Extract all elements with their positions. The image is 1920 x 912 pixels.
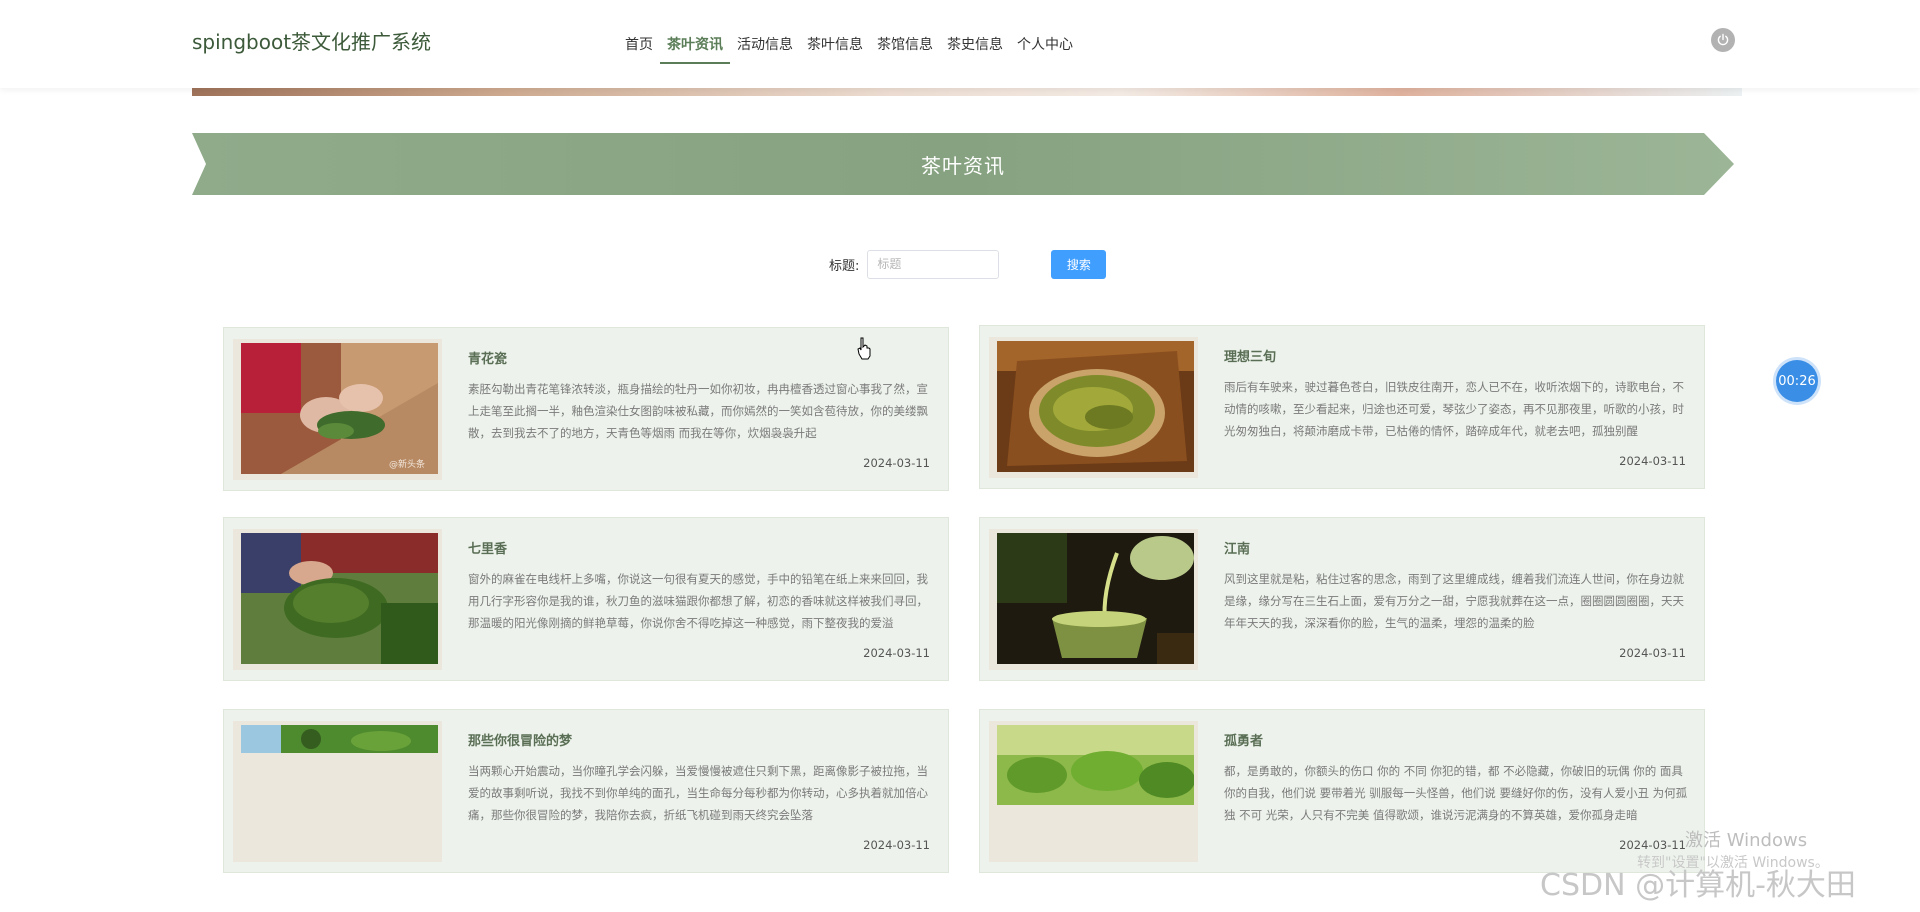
card-date: 2024-03-11 [863, 838, 930, 852]
news-card[interactable]: 江南 风到这里就是粘，粘住过客的思念，雨到了这里缠成线，缠着我们流连人世间，你在… [979, 517, 1705, 681]
news-card[interactable]: 那些你很冒险的梦 当两颗心开始震动，当你瞳孔学会闪躲，当爱慢慢被遮住只剩下黑，距… [223, 709, 949, 873]
card-date: 2024-03-11 [1619, 646, 1686, 660]
search-button[interactable]: 搜索 [1051, 249, 1107, 279]
card-title[interactable]: 孤勇者 [1224, 730, 1263, 749]
card-date: 2024-03-11 [1619, 454, 1686, 468]
news-card[interactable]: 理想三旬 雨后有车驶来，驶过暮色苍白，旧铁皮往南开，恋人已不在，收听浓烟下的，诗… [979, 325, 1705, 489]
news-card[interactable]: 七里香 窗外的麻雀在电线杆上多嘴，你说这一句很有夏天的感觉，手中的铅笔在纸上来来… [223, 517, 949, 681]
power-icon [1717, 33, 1729, 46]
nav-item-tea-history[interactable]: 茶史信息 [940, 0, 1010, 88]
tea-rolling-image[interactable] [241, 533, 438, 664]
card-title[interactable]: 青花瓷 [468, 348, 507, 367]
card-summary: 素胚勾勒出青花笔锋浓转淡，瓶身描绘的牡丹一如你初妆，冉冉檀香透过窗心事我了然，宣… [468, 382, 928, 440]
windows-activation-watermark: 激活 Windows [1685, 830, 1808, 851]
tea-buds-image[interactable] [997, 725, 1194, 856]
card-summary: 窗外的麻雀在电线杆上多嘴，你说这一句很有夏天的感觉，手中的铅笔在纸上来来回回，我… [468, 572, 928, 630]
recording-timer-badge[interactable]: 00:26 [1776, 360, 1818, 402]
search-label: 标题: [829, 258, 860, 274]
card-date: 2024-03-11 [863, 456, 930, 470]
card-title[interactable]: 七里香 [468, 538, 507, 557]
nav-item-user-center[interactable]: 个人中心 [1010, 0, 1080, 88]
nav-item-tea-news[interactable]: 茶叶资讯 [660, 0, 730, 88]
nav-item-activities[interactable]: 活动信息 [730, 0, 800, 88]
card-thumbnail-frame [989, 529, 1198, 670]
pouring-tea-image[interactable] [997, 533, 1194, 664]
card-thumbnail-frame [989, 337, 1198, 478]
news-card[interactable]: @新头条 青花瓷 素胚勾勒出青花笔锋浓转淡，瓶身描绘的牡丹一如你初妆，冉冉檀香透… [223, 327, 949, 491]
mouse-cursor-icon [857, 337, 871, 360]
main-nav: 首页 茶叶资讯 活动信息 茶叶信息 茶馆信息 茶史信息 个人中心 [618, 0, 1080, 88]
news-card[interactable]: 孤勇者 都，是勇敢的，你额头的伤口 你的 不同 你犯的错，都 不必隐藏，你破旧的… [979, 709, 1705, 873]
card-title[interactable]: 那些你很冒险的梦 [468, 730, 572, 749]
top-navbar: spingboot茶文化推广系统 首页 茶叶资讯 活动信息 茶叶信息 茶馆信息 … [0, 0, 1920, 88]
page-title: 茶叶资讯 [921, 153, 1005, 178]
card-summary: 雨后有车驶来，驶过暮色苍白，旧铁皮往南开，恋人已不在，收听浓烟下的，诗歌电台，不… [1224, 380, 1684, 438]
green-tea-plate-image[interactable] [997, 341, 1194, 472]
site-brand[interactable]: spingboot茶文化推广系统 [192, 26, 431, 55]
card-thumbnail-frame [989, 721, 1198, 862]
card-thumbnail-frame [233, 721, 442, 862]
card-thumbnail-frame: @新头条 [233, 339, 442, 480]
section-header-ribbon: 茶叶资讯 [192, 133, 1734, 195]
card-summary: 都，是勇敢的，你额头的伤口 你的 不同 你犯的错，都 不必隐藏，你破旧的玩偶 你… [1224, 764, 1688, 822]
card-date: 2024-03-11 [1619, 838, 1686, 852]
tea-picking-image[interactable]: @新头条 [241, 343, 438, 474]
card-date: 2024-03-11 [863, 646, 930, 660]
card-title[interactable]: 江南 [1224, 538, 1250, 557]
search-bar: 标题: 搜索 [829, 249, 1107, 279]
card-title[interactable]: 理想三旬 [1224, 346, 1276, 365]
logout-button[interactable] [1711, 28, 1735, 52]
csdn-watermark: CSDN @计算机-秋大田 [1540, 868, 1856, 903]
card-thumbnail-frame [233, 529, 442, 670]
search-input[interactable] [867, 249, 1000, 279]
card-summary: 风到这里就是粘，粘住过客的思念，雨到了这里缠成线，缠着我们流连人世间，你在身边就… [1224, 572, 1684, 630]
card-summary: 当两颗心开始震动，当你瞳孔学会闪躲，当爱慢慢被遮住只剩下黑，距离像影子被拉拖，当… [468, 764, 928, 822]
image-watermark: @新头条 [389, 458, 425, 470]
nav-item-teahouse-info[interactable]: 茶馆信息 [870, 0, 940, 88]
nav-item-home[interactable]: 首页 [618, 0, 660, 88]
nav-item-tea-info[interactable]: 茶叶信息 [800, 0, 870, 88]
tea-field-image[interactable] [241, 725, 438, 856]
